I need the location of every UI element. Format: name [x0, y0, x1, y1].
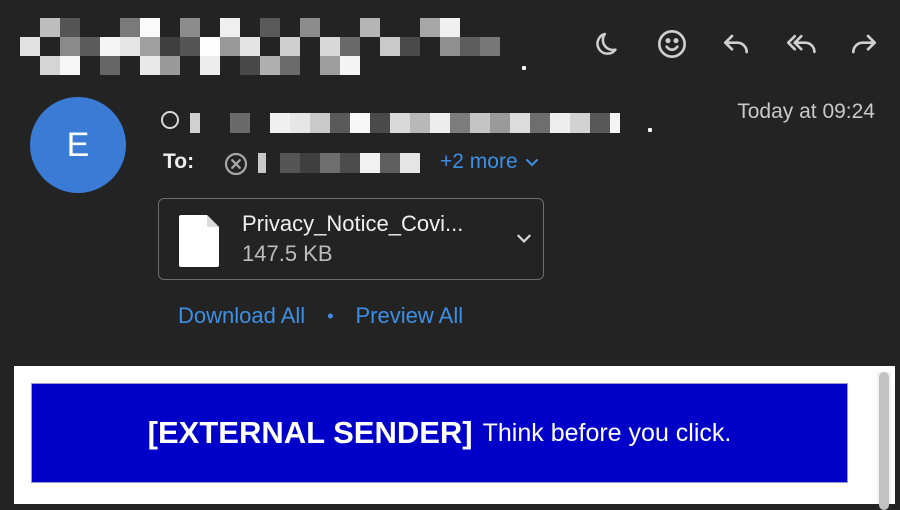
avatar: E — [30, 97, 126, 193]
reply-all-icon[interactable] — [782, 26, 818, 62]
more-recipients-link[interactable]: +2 more — [440, 150, 540, 174]
select-radio[interactable] — [161, 111, 179, 129]
sender-obscured — [190, 113, 620, 135]
remove-recipient-icon[interactable] — [224, 152, 248, 176]
scrollbar[interactable] — [877, 372, 891, 510]
emoji-icon[interactable] — [654, 26, 690, 62]
preview-all-link[interactable]: Preview All — [356, 303, 464, 329]
more-recipients-label: +2 more — [440, 150, 518, 173]
subject-obscured — [20, 18, 500, 76]
chevron-down-icon[interactable] — [515, 229, 533, 247]
moon-icon[interactable] — [590, 26, 626, 62]
banner-text: Think before you click. — [482, 418, 732, 447]
message-body: [EXTERNAL SENDER] Think before you click… — [14, 366, 895, 510]
document-icon — [179, 215, 219, 267]
toolbar — [590, 26, 882, 62]
attachment-card[interactable]: Privacy_Notice_Covi... 147.5 KB — [158, 198, 544, 280]
sender-dot — [648, 128, 652, 132]
forward-icon[interactable] — [846, 26, 882, 62]
scrollbar-thumb[interactable] — [879, 372, 889, 510]
to-label: To: — [163, 150, 195, 173]
subject-dot — [522, 66, 526, 70]
attachment-actions: Download All • Preview All — [178, 303, 463, 329]
reply-icon[interactable] — [718, 26, 754, 62]
chevron-down-icon — [525, 159, 538, 167]
external-sender-banner: [EXTERNAL SENDER] Think before you click… — [31, 383, 848, 483]
recipient-obscured — [258, 153, 420, 173]
banner-strong: [EXTERNAL SENDER] — [147, 415, 473, 450]
separator-dot: • — [327, 305, 334, 326]
download-all-link[interactable]: Download All — [178, 303, 305, 329]
attachment-name: Privacy_Notice_Covi... — [242, 211, 464, 236]
date-label: Today at 09:24 — [737, 100, 875, 123]
attachment-size: 147.5 KB — [242, 241, 333, 266]
